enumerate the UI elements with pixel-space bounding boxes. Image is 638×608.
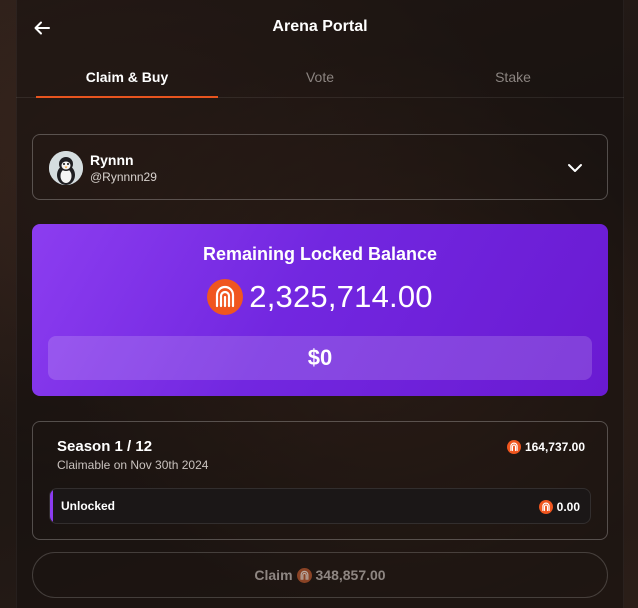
unlock-progress-indicator xyxy=(50,489,53,523)
arena-token-icon xyxy=(296,567,312,583)
header: Arena Portal xyxy=(16,0,624,56)
season-title: Season 1 / 12 xyxy=(57,438,153,455)
usd-value: $0 xyxy=(48,336,592,380)
unlock-status-label: Unlocked xyxy=(61,499,116,513)
unlocked-amount: 0.00 xyxy=(538,498,580,516)
season-card: Season 1 / 12 Claimable on Nov 30th 2024… xyxy=(32,421,608,540)
page-title: Arena Portal xyxy=(272,18,368,35)
account-selector[interactable]: Rynnn @Rynnnn29 xyxy=(32,134,608,200)
avatar xyxy=(49,151,83,185)
user-handle: @Rynnnn29 xyxy=(90,170,157,184)
locked-balance-card: Remaining Locked Balance 2,325,714.00 $0 xyxy=(32,224,608,396)
tab-bar: Claim & Buy Vote Stake xyxy=(16,56,624,98)
tab-vote[interactable]: Vote xyxy=(229,56,411,97)
tab-claim-buy[interactable]: Claim & Buy xyxy=(36,56,218,98)
claim-label: Claim xyxy=(254,567,293,583)
claim-amount: 348,857.00 xyxy=(315,567,386,583)
arena-token-icon xyxy=(538,500,553,514)
season-claim-date: Claimable on Nov 30th 2024 xyxy=(57,458,209,472)
unlocked-amount-value: 0.00 xyxy=(556,500,580,514)
penguin-avatar-icon xyxy=(49,151,83,185)
arena-token-icon xyxy=(207,279,244,315)
unlock-status-row: Unlocked 0.00 xyxy=(49,488,591,524)
tab-stake[interactable]: Stake xyxy=(422,56,604,97)
claim-button[interactable]: Claim 348,857.00 xyxy=(32,552,608,598)
season-amount: 164,737.00 xyxy=(506,438,585,456)
user-name: Rynnn xyxy=(90,152,134,168)
balance-amount: 2,325,714.00 xyxy=(249,279,433,314)
arena-token-icon xyxy=(506,440,521,454)
chevron-down-icon xyxy=(568,164,582,172)
balance-title: Remaining Locked Balance xyxy=(202,244,438,264)
season-amount-value: 164,737.00 xyxy=(524,440,585,454)
balance-amount-row: 2,325,714.00 xyxy=(32,279,608,315)
